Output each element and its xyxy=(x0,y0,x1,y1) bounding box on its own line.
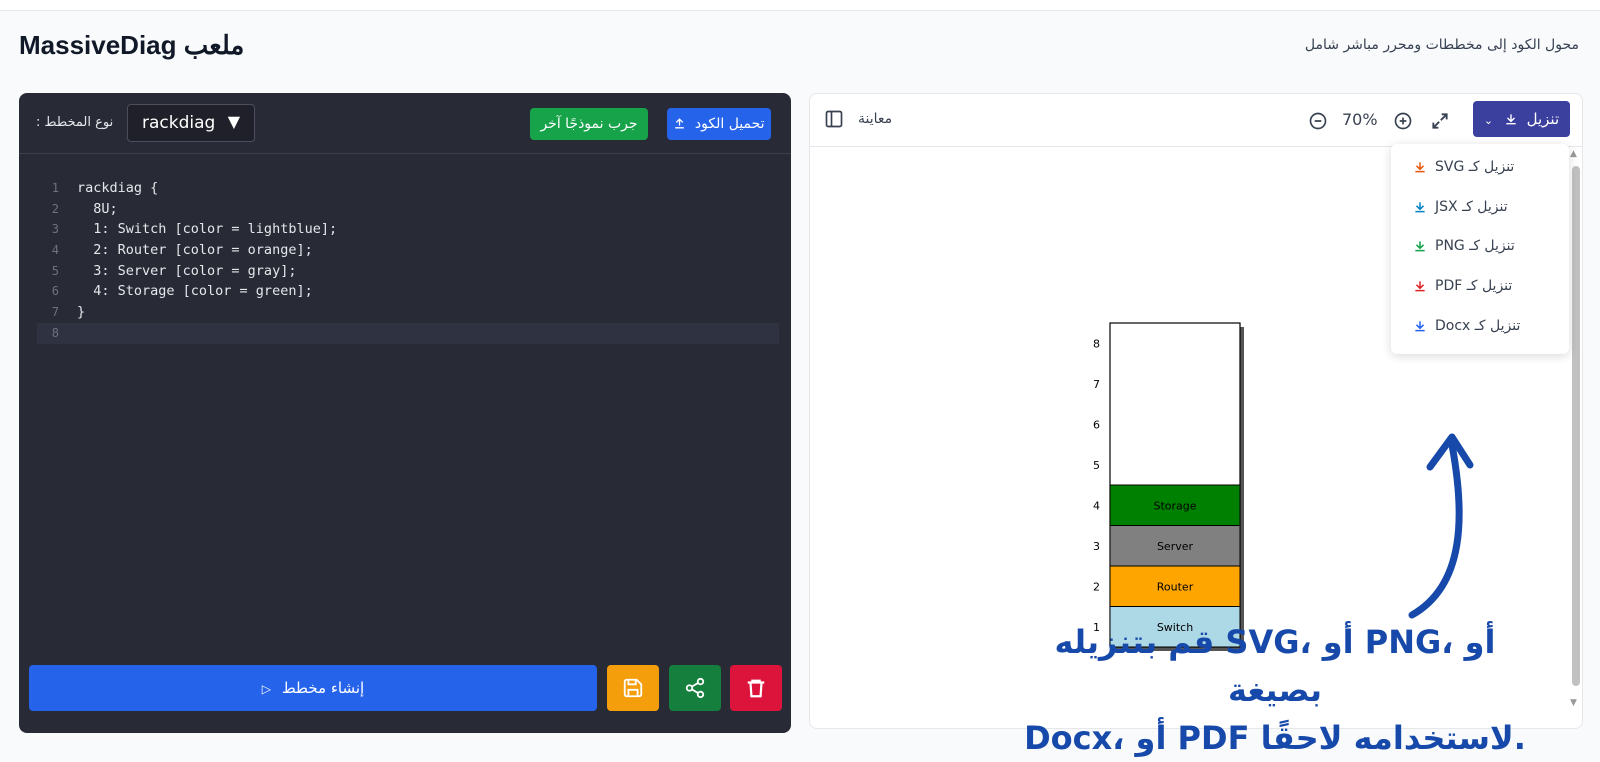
fullscreen-icon[interactable] xyxy=(1430,111,1450,131)
zoom-in-icon[interactable] xyxy=(1393,111,1413,131)
download-menu-item[interactable]: PDF تنزيل كـ xyxy=(1413,275,1512,297)
arrow-icon xyxy=(1408,433,1474,619)
code-text: 2: Router [color = orange]; xyxy=(77,242,313,259)
annotation-callout: أو ،PNG أو ،SVG قم بتنزيله بصيغة .لاستخد… xyxy=(1010,618,1540,762)
download-menu-item[interactable]: JSX تنزيل كـ xyxy=(1413,196,1508,218)
line-number: 2 xyxy=(51,201,59,216)
share-button[interactable] xyxy=(669,665,721,711)
download-menu: SVG تنزيل كـ JSX تنزيل كـ PNG تنزيل كـ PDF … xyxy=(1391,144,1569,354)
trash-icon xyxy=(747,679,765,698)
play-icon: ▷ xyxy=(261,682,272,696)
scrollbar[interactable] xyxy=(1572,166,1580,686)
delete-button[interactable] xyxy=(730,665,782,711)
code-editor-panel: نوع المخطط : rackdiag ▼ جرب نموذجًا آخر … xyxy=(19,93,791,733)
code-line: 6 4: Storage [color = green]; xyxy=(37,281,779,302)
rack-unit-label: 6 xyxy=(1093,418,1100,431)
download-icon xyxy=(1415,281,1425,292)
rack-device-label: Server xyxy=(1157,540,1194,553)
editor-toolbar: نوع المخطط : rackdiag ▼ جرب نموذجًا آخر … xyxy=(19,93,791,154)
annotation-line-1: أو ،PNG أو ،SVG قم بتنزيله بصيغة xyxy=(1054,623,1496,709)
top-bar xyxy=(0,0,1600,11)
code-line: 3 1: Switch [color = lightblue]; xyxy=(37,219,779,240)
download-menu-item[interactable]: SVG تنزيل كـ xyxy=(1413,156,1514,178)
code-text: 3: Server [color = gray]; xyxy=(77,262,297,279)
download-icon xyxy=(1415,162,1425,173)
download-menu-label: Docx تنزيل كـ xyxy=(1435,317,1521,334)
rack-unit-label: 3 xyxy=(1093,540,1100,553)
share-icon xyxy=(685,677,705,699)
code-line: 4 2: Router [color = orange]; xyxy=(37,240,779,261)
code-line: 7} xyxy=(37,302,779,323)
rack-device-label: Router xyxy=(1157,580,1194,593)
line-number: 1 xyxy=(51,181,59,195)
sidebar-toggle-icon[interactable] xyxy=(824,109,844,129)
upload-code-button[interactable]: تحميل الكود xyxy=(667,108,771,140)
code-area[interactable]: 1 rackdiag {2 8U; 3 1: Switch [color = lig… xyxy=(37,178,779,344)
rack-device-label: Storage xyxy=(1153,499,1196,512)
upload-code-label: تحميل الكود xyxy=(694,116,765,132)
tagline: محول الكود إلى مخططات ومحرر مباشر شامل xyxy=(1304,37,1579,53)
preview-title: معاينة xyxy=(858,111,893,127)
line-number: 4 xyxy=(51,243,59,258)
caret-down-icon: ▼ xyxy=(227,112,240,131)
diagram-type-select[interactable]: rackdiag ▼ xyxy=(127,104,255,142)
download-icon xyxy=(1415,202,1425,213)
code-text: 8U; xyxy=(77,200,118,217)
generate-diagram-button[interactable]: إنشاء مخطط ▷ xyxy=(29,665,597,711)
code-line: 8 xyxy=(37,322,779,344)
download-menu-item[interactable]: PNG تنزيل كـ xyxy=(1413,235,1515,257)
rack-unit-label: 5 xyxy=(1093,459,1100,472)
download-menu-label: PDF تنزيل كـ xyxy=(1435,278,1513,295)
zoom-level: 70% xyxy=(1342,110,1378,129)
scroll-down-arrow[interactable]: ▼ xyxy=(1570,698,1577,708)
code-text: rackdiag { xyxy=(77,180,159,196)
annotation-line-2: .لاستخدامه لاحقًا PDF أو ،Docx xyxy=(1024,719,1526,757)
code-text: 4: Storage [color = green]; xyxy=(77,283,313,300)
download-menu-label: PNG تنزيل كـ xyxy=(1435,238,1515,255)
upload-icon xyxy=(675,118,685,129)
line-number: 5 xyxy=(51,263,59,278)
preview-toolbar: معاينة 70% تنزيل ⌄ xyxy=(810,94,1582,147)
chevron-down-icon: ⌄ xyxy=(1483,114,1494,127)
download-icon xyxy=(1415,241,1425,252)
rack-unit-label: 7 xyxy=(1093,378,1100,391)
code-text: } xyxy=(77,304,86,321)
code-line: 1 rackdiag { xyxy=(37,178,779,199)
rack-unit-label: 8 xyxy=(1093,337,1100,350)
code-line: 5 3: Server [color = gray]; xyxy=(37,261,779,282)
diagram-type-label: نوع المخطط : xyxy=(36,115,114,130)
scroll-up-arrow[interactable]: ▲ xyxy=(1570,149,1577,159)
download-button[interactable]: تنزيل ⌄ xyxy=(1473,101,1570,137)
download-menu-label: JSX تنزيل كـ xyxy=(1435,198,1508,215)
diagram-type-value: rackdiag xyxy=(142,113,216,133)
code-line: 2 8U; xyxy=(37,199,779,220)
try-sample-button[interactable]: جرب نموذجًا آخر xyxy=(530,108,648,140)
line-number: 7 xyxy=(51,305,59,320)
generate-label: إنشاء مخطط xyxy=(281,679,365,697)
download-icon xyxy=(1415,321,1425,332)
page-title: MassiveDiag ملعب xyxy=(19,30,245,60)
line-number: 3 xyxy=(51,222,59,237)
rack-unit-label: 4 xyxy=(1093,499,1100,512)
download-menu-label: SVG تنزيل كـ xyxy=(1435,159,1515,175)
line-number: 6 xyxy=(51,284,59,299)
line-number: 8 xyxy=(51,325,59,340)
save-icon xyxy=(623,678,643,698)
code-text: 1: Switch [color = lightblue]; xyxy=(77,221,338,238)
download-label: تنزيل xyxy=(1526,110,1560,128)
save-button[interactable] xyxy=(607,665,659,711)
download-icon xyxy=(1506,114,1516,125)
download-menu-item[interactable]: Docx تنزيل كـ xyxy=(1413,315,1520,337)
zoom-out-icon[interactable] xyxy=(1308,111,1328,131)
rack-unit-label: 2 xyxy=(1093,580,1100,593)
